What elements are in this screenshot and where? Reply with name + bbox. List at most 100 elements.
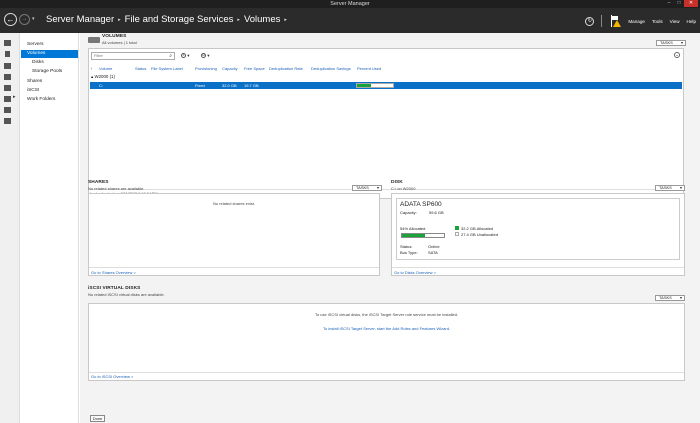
col-provisioning[interactable]: Provisioning	[195, 66, 217, 71]
role-icon-bar: ▸	[0, 33, 20, 423]
refresh-icon[interactable]: ↻	[585, 16, 595, 26]
shares-panel: No related shares exist. Go to Shares Ov…	[88, 193, 380, 276]
search-icon[interactable]: ⌕	[169, 53, 172, 59]
shares-subtitle: No related shares are available.	[88, 186, 145, 191]
done-button[interactable]: Done	[90, 415, 105, 422]
disk-card: ADATA SP600 Capacity: 59.6 GB 54% Alloca…	[396, 198, 680, 260]
col-percent-used[interactable]: Percent Used	[357, 66, 381, 71]
col-free-space[interactable]: Free Space	[244, 66, 265, 71]
close-button[interactable]: ✕	[684, 0, 698, 7]
chevron-right-icon: ▸	[237, 17, 240, 23]
disk-title: DISK	[391, 180, 403, 185]
shares-overview-link[interactable]: Go to Shares Overview >	[91, 270, 136, 275]
disks-overview-link[interactable]: Go to Disks Overview >	[394, 270, 436, 275]
volumes-icon	[88, 37, 100, 43]
allocation-bar	[401, 233, 445, 238]
breadcrumb: Server Manager ▸ File and Storage Servic…	[46, 14, 287, 26]
volumes-panel: Filter ⌕ ≡ ▾ ⊟ ▾ ⌄ ! Volume Status File …	[88, 48, 684, 199]
nav-item-work-folders[interactable]: Work Folders	[21, 96, 78, 104]
back-button[interactable]: ←	[4, 13, 17, 26]
col-status[interactable]: Status	[135, 66, 146, 71]
cell-provisioning: Fixed	[195, 83, 205, 88]
status-value: Online	[428, 244, 440, 249]
all-servers-icon[interactable]	[4, 63, 11, 69]
divider	[89, 267, 379, 268]
history-dropdown[interactable]: ▾	[32, 16, 35, 22]
window-controls: – □ ✕	[664, 0, 698, 8]
shares-tasks-button[interactable]: TASKS ▾	[352, 185, 382, 191]
nav-item-disks[interactable]: Disks	[21, 59, 78, 67]
nav-item-iscsi[interactable]: iSCSI	[21, 87, 78, 95]
main-content: VOLUMES All volumes | 1 total TASKS ▾ Fil…	[80, 33, 700, 423]
allocated-legend-swatch	[455, 226, 459, 230]
breadcrumb-server-manager[interactable]: Server Manager	[46, 14, 114, 26]
iscsi-panel: To use iSCSI virtual disks, the iSCSI Ta…	[88, 303, 685, 381]
capacity-value: 59.6 GB	[429, 210, 444, 215]
add-roles-wizard-link[interactable]: To install iSCSI Target Server, start th…	[89, 326, 684, 331]
unallocated-legend: 27.4 GB Unallocated	[461, 232, 498, 237]
col-dedup-savings[interactable]: Deduplication Savings	[311, 66, 351, 71]
iscsi-overview-link[interactable]: Go to iSCSI Overview >	[91, 374, 133, 379]
disk-panel: ADATA SP600 Capacity: 59.6 GB 54% Alloca…	[391, 193, 685, 276]
header-actions: ↻ Manage Tools View Help	[585, 14, 696, 28]
divider	[89, 189, 683, 190]
divider	[89, 372, 684, 373]
bustype-label: Bus Type:	[400, 250, 418, 255]
hyper-v-icon[interactable]	[4, 107, 11, 113]
minimize-button[interactable]: –	[664, 0, 674, 7]
divider	[392, 267, 684, 268]
cell-volume: C:	[99, 83, 103, 88]
notifications-flag-icon[interactable]	[609, 15, 622, 27]
nav-item-servers[interactable]: Servers	[21, 41, 78, 49]
disk-tasks-button[interactable]: TASKS ▾	[655, 185, 685, 191]
allocated-percent: 54% Allocated	[400, 226, 426, 231]
chevron-right-icon: ▸	[118, 17, 121, 23]
col-dedup-rate[interactable]: Deduplication Rate	[269, 66, 303, 71]
iscsi-install-message: To use iSCSI virtual disks, the iSCSI Ta…	[314, 312, 459, 317]
window-title: Server Manager	[330, 1, 370, 7]
ad-ds-icon[interactable]	[4, 74, 11, 80]
dns-icon[interactable]	[4, 85, 11, 91]
maximize-button[interactable]: □	[674, 0, 684, 7]
expand-arrow-icon: ▸	[13, 94, 16, 100]
group-options-dropdown[interactable]: ⊟ ▾	[201, 53, 210, 59]
bustype-value: SATA	[428, 250, 438, 255]
col-volume[interactable]: Volume	[99, 66, 112, 71]
iis-icon[interactable]	[4, 118, 11, 124]
local-server-icon[interactable]	[5, 51, 10, 57]
collapse-icon[interactable]: ⌄	[674, 52, 680, 58]
menu-manage[interactable]: Manage	[628, 19, 645, 24]
menu-help[interactable]: Help	[687, 19, 696, 24]
menu-view[interactable]: View	[670, 19, 680, 24]
window-titlebar: Server Manager – □ ✕	[0, 0, 700, 8]
forward-button[interactable]: →	[19, 14, 30, 25]
volumes-filter-input[interactable]: Filter ⌕	[91, 52, 175, 60]
allocated-legend: 32.2 GB Allocated	[461, 226, 494, 231]
nav-item-shares[interactable]: Shares	[21, 78, 78, 86]
nav-item-storage-pools[interactable]: Storage Pools	[21, 68, 78, 76]
disk-subtitle: C:\ on W2000	[391, 186, 416, 191]
iscsi-tasks-button[interactable]: TASKS ▾	[655, 295, 685, 301]
volumes-title: VOLUMES	[102, 34, 127, 39]
unallocated-legend-swatch	[455, 232, 459, 236]
col-capacity[interactable]: Capacity	[222, 66, 238, 71]
menu-tools[interactable]: Tools	[652, 19, 663, 24]
table-row[interactable]: C: Fixed 32.0 GB 19.7 GB	[90, 82, 682, 89]
col-fs-label[interactable]: File System Label	[151, 66, 183, 71]
group-header[interactable]: ▴ W2000 (1)	[91, 74, 115, 80]
file-storage-icon[interactable]	[4, 96, 11, 102]
dashboard-icon[interactable]	[4, 40, 11, 46]
nav-item-volumes[interactable]: Volumes	[21, 50, 78, 58]
chevron-right-icon: ▸	[284, 17, 287, 23]
volumes-tasks-button[interactable]: TASKS ▾	[656, 40, 686, 46]
cell-free-space: 19.7 GB	[244, 83, 259, 88]
breadcrumb-file-storage[interactable]: File and Storage Services	[125, 14, 234, 26]
disk-name: ADATA SP600	[400, 201, 442, 208]
iscsi-title: iSCSI VIRTUAL DISKS	[88, 286, 141, 291]
volumes-subtitle: All volumes | 1 total	[102, 40, 137, 45]
divider	[601, 15, 603, 27]
capacity-label: Capacity:	[400, 210, 417, 215]
iscsi-subtitle: No related iSCSI virtual disks are avail…	[88, 292, 165, 297]
filter-options-dropdown[interactable]: ≡ ▾	[181, 53, 190, 59]
breadcrumb-volumes[interactable]: Volumes	[244, 14, 280, 26]
